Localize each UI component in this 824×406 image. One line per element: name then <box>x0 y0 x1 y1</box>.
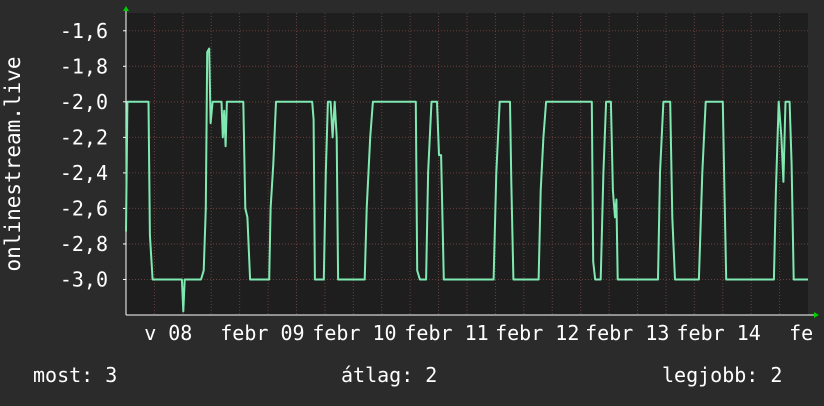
y-tick-label: -3,0 <box>60 267 108 291</box>
chart-svg: -1,6 -1,8 -2,0 -2,2 -2,4 -2,6 -2,8 -3,0 v 08 feb… <box>1 6 819 387</box>
y-tick-label: -2,6 <box>60 196 108 220</box>
y-tick-label: -2,0 <box>60 90 108 114</box>
y-tick-label: -2,2 <box>60 125 108 149</box>
x-tick-labels: v 08 febr 09 febr 10 febr 11 febr 12 febr 13 f… <box>144 321 813 345</box>
y-tick-label: -2,8 <box>60 232 108 256</box>
stat-best: legjobb: 2 <box>662 363 782 387</box>
x-axis-arrow <box>814 312 819 318</box>
y-tick-label: -2,4 <box>60 161 108 185</box>
x-tick-label: febr 10 <box>312 321 396 345</box>
x-tick-label: febr 09 <box>220 321 304 345</box>
x-tick-label: febr 14 <box>677 321 761 345</box>
chart: -1,6 -1,8 -2,0 -2,2 -2,4 -2,6 -2,8 -3,0 v 08 feb… <box>0 0 824 402</box>
y-axis-label: onlinestream.live <box>1 57 25 272</box>
stat-average: átlag: 2 <box>341 363 437 387</box>
stat-current: most: 3 <box>33 363 117 387</box>
x-tick-label: febr 11 <box>404 321 488 345</box>
y-tick-label: -1,8 <box>60 54 108 78</box>
x-tick-label: fe <box>789 321 813 345</box>
x-tick-label: v 08 <box>144 321 192 345</box>
x-tick-label: febr 12 <box>495 321 579 345</box>
y-tick-label: -1,6 <box>60 19 108 43</box>
x-tick-label: febr 13 <box>585 321 669 345</box>
y-axis-arrow <box>123 6 129 11</box>
y-tick-labels: -1,6 -1,8 -2,0 -2,2 -2,4 -2,6 -2,8 -3,0 <box>60 19 108 292</box>
